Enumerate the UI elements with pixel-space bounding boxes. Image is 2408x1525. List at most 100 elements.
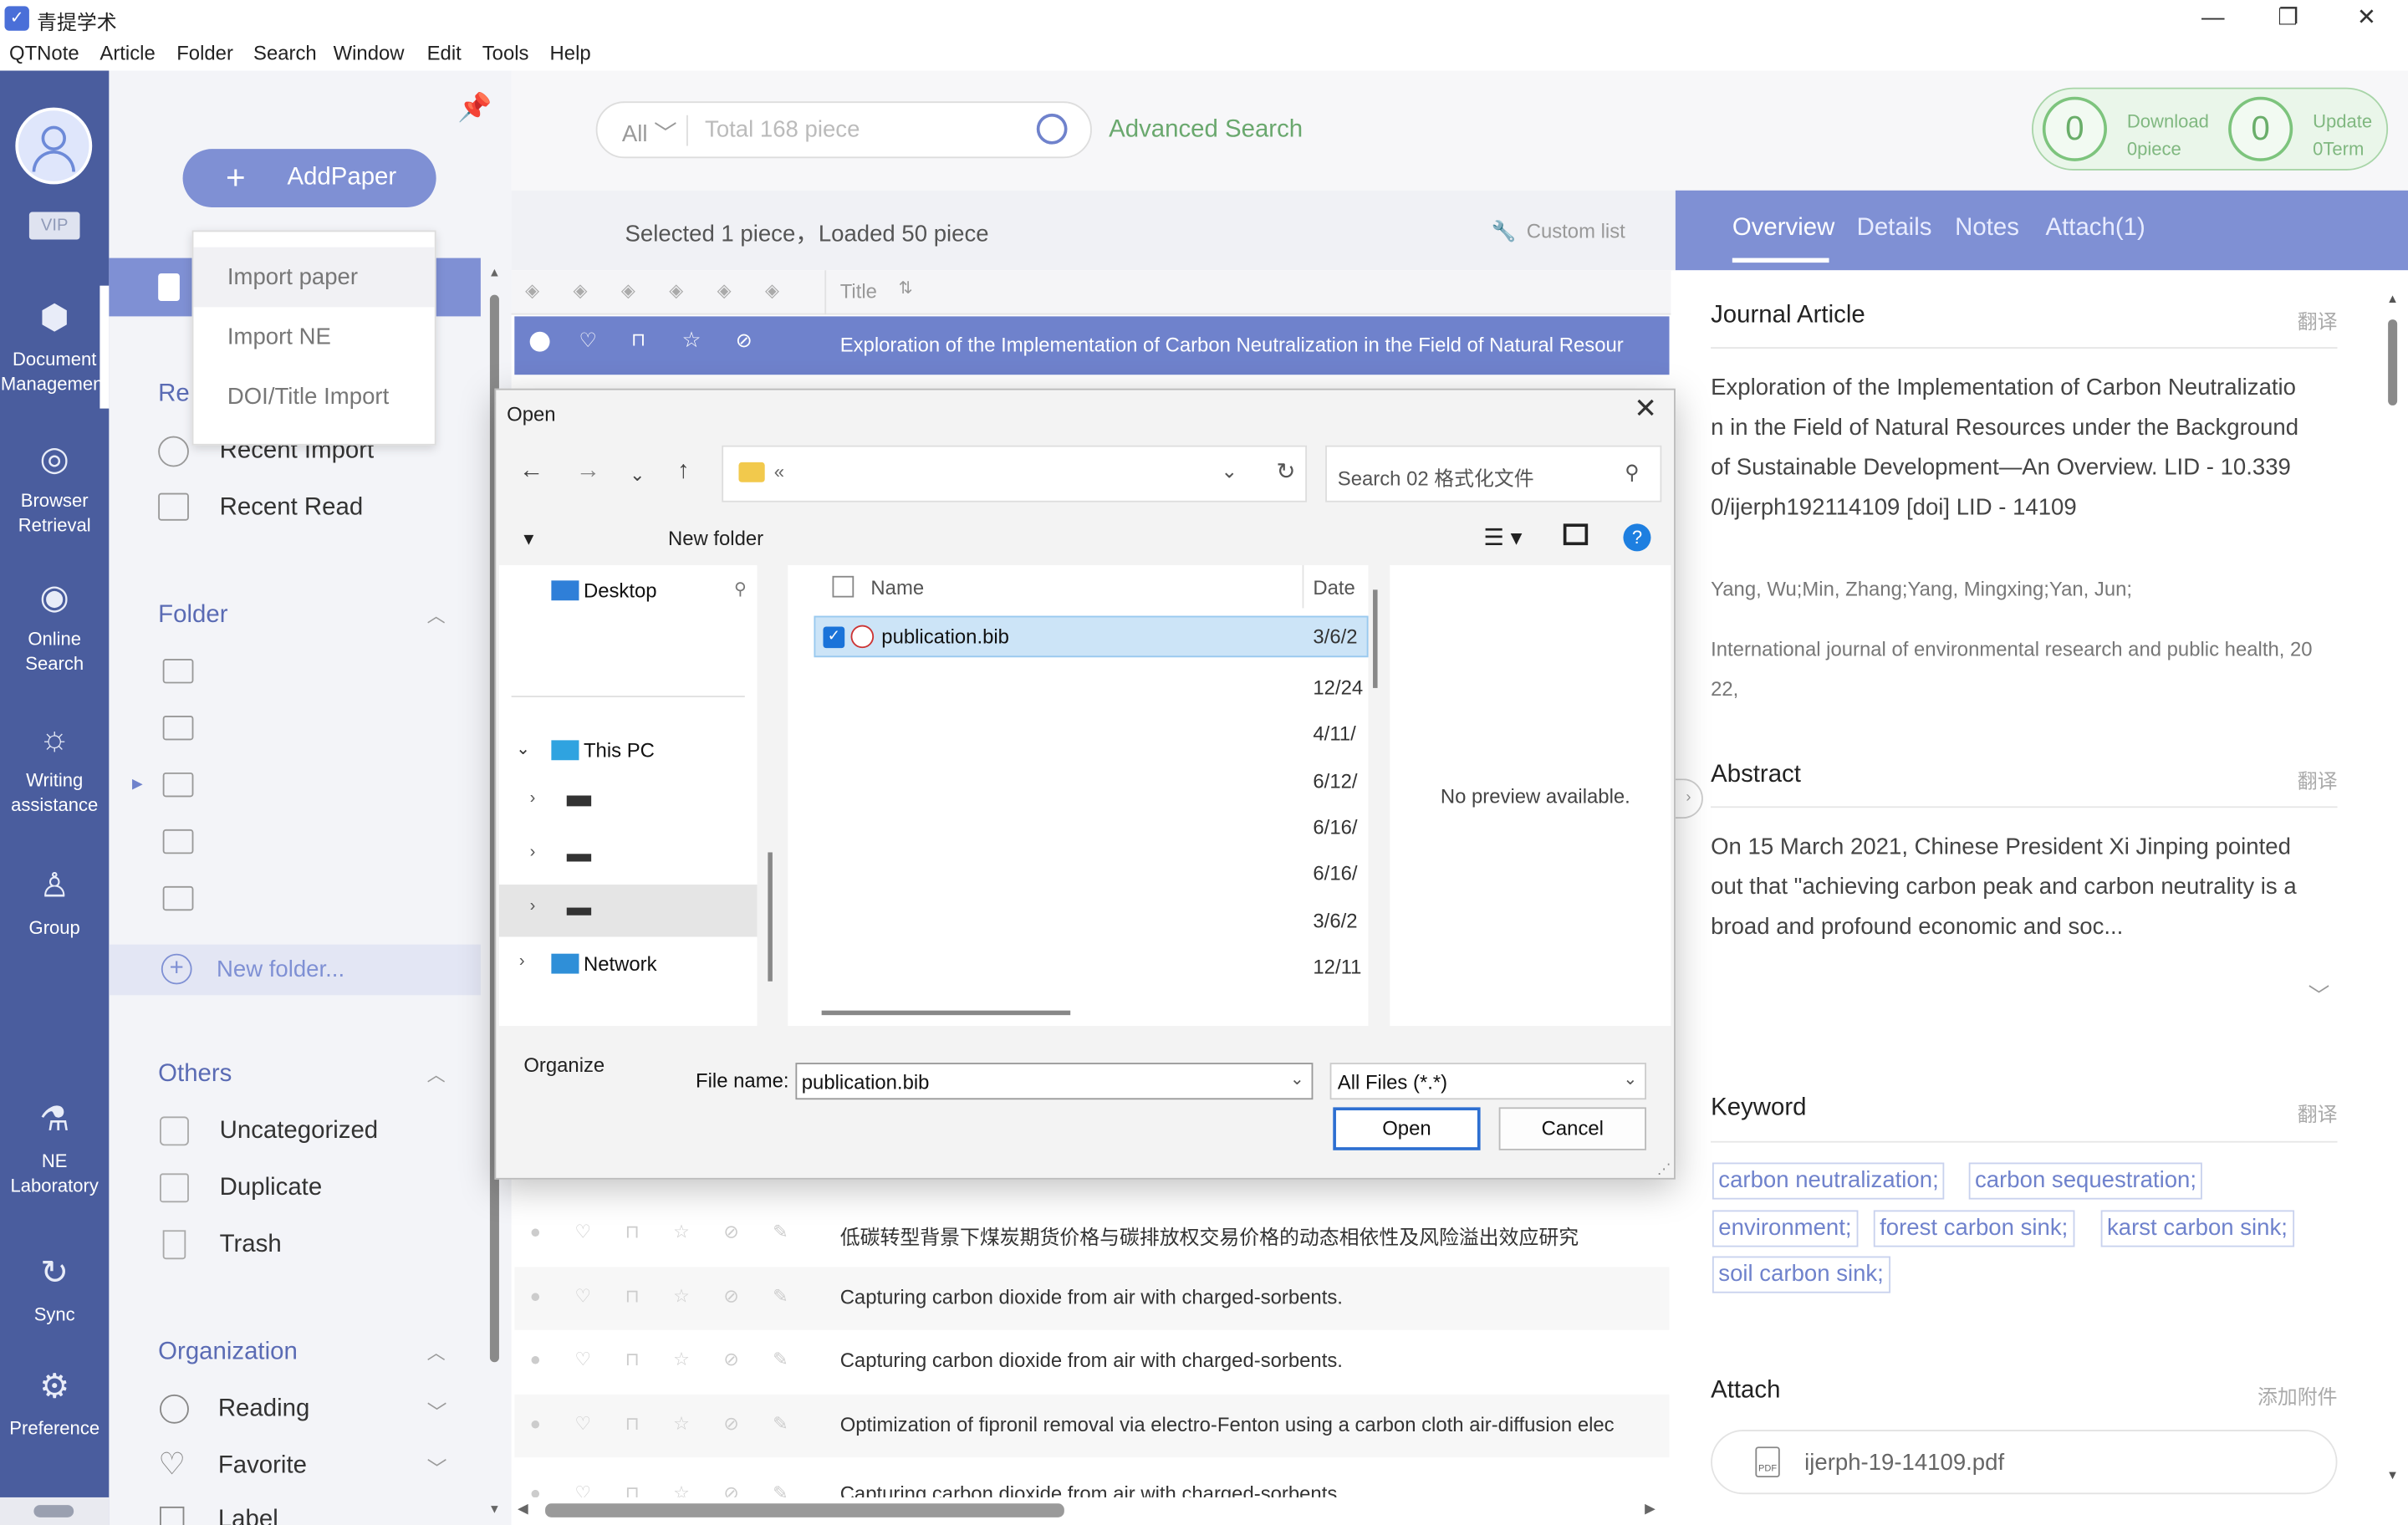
expand-arrow-icon[interactable]: › — [530, 843, 536, 861]
row-icons[interactable]: ●♡⊓☆⊘✎ — [530, 1349, 822, 1370]
cancel-button[interactable]: Cancel — [1498, 1107, 1646, 1150]
folder-icon[interactable] — [162, 829, 194, 854]
restore-icon[interactable]: ❐ — [2265, 3, 2311, 34]
checkbox-checked-icon[interactable]: ✓ — [823, 626, 845, 649]
keyword-tag[interactable]: carbon sequestration; — [1968, 1162, 2203, 1200]
chevron-down-icon[interactable]: ﹀ — [427, 1396, 447, 1426]
nav-item-selected[interactable] — [498, 885, 758, 937]
table-row-selected[interactable]: ♡ ⊓ ☆ ⊘ Exploration of the Implementatio… — [514, 316, 1670, 375]
pin-icon[interactable]: ⚲ — [734, 579, 747, 599]
folder-icon[interactable] — [162, 659, 194, 684]
pin-icon[interactable]: 📌 — [457, 92, 492, 125]
help-icon[interactable]: ? — [1623, 523, 1651, 552]
menu-window[interactable]: Window — [334, 42, 405, 65]
menu-help[interactable]: Help — [550, 42, 591, 65]
title-column-header[interactable]: Title — [840, 279, 877, 303]
resize-grip-icon[interactable]: ⋰ — [1657, 1161, 1671, 1178]
chevron-down-icon[interactable]: ⌄ — [1623, 1069, 1637, 1089]
nav-online-search[interactable]: ◉ Online Search — [0, 578, 109, 676]
nav-document-management[interactable]: ⬢ Document Management — [0, 298, 109, 396]
file-date[interactable]: 12/11 — [1313, 956, 1361, 979]
sidebar-item-label[interactable]: Label — [218, 1507, 278, 1525]
expand-arrow-icon[interactable]: ▶ — [132, 776, 143, 793]
search-icon[interactable]: ⚲ — [1625, 461, 1640, 485]
chevron-down-icon[interactable]: ﹀ — [427, 1453, 447, 1482]
search-input[interactable]: Total 168 piece — [705, 117, 860, 143]
drive-icon[interactable] — [566, 854, 592, 862]
nav-network[interactable]: Network — [584, 952, 657, 976]
nav-preference[interactable]: ⚙ Preference — [0, 1367, 109, 1441]
new-folder-button[interactable]: + New folder... — [109, 944, 481, 996]
nav-desktop[interactable]: Desktop — [584, 579, 657, 602]
up-folder-icon[interactable]: ↑ — [677, 457, 690, 485]
recent-locations-icon[interactable]: ⌄ — [630, 464, 645, 486]
add-paper-button[interactable]: + AddPaper — [182, 149, 436, 207]
table-row[interactable]: ●♡⊓☆⊘✎ 低碳转型背景下煤炭期货价格与碳排放权交易价格的动态相依性及风险溢出… — [514, 1202, 1669, 1265]
chevron-down-icon[interactable]: ⌄ — [1221, 459, 1237, 483]
nav-ne-laboratory[interactable]: ⚗ NE Laboratory — [0, 1099, 109, 1198]
file-name-input[interactable]: publication.bib ⌄ — [795, 1063, 1314, 1100]
collapse-arrow-icon[interactable]: ⌄ — [516, 739, 530, 758]
chevron-down-icon[interactable]: ⌄ — [1290, 1069, 1304, 1089]
nav-browser-retrieval[interactable]: ◎ Browser Retrieval — [0, 439, 109, 538]
table-row[interactable]: ●♡⊓☆⊘✎ Optimization of fipronil removal … — [514, 1394, 1670, 1458]
menu-article[interactable]: Article — [99, 42, 155, 65]
column-icons[interactable]: ◈◈◈◈◈◈ — [525, 279, 813, 301]
refresh-icon[interactable]: ↻ — [1276, 457, 1295, 485]
view-options-icon[interactable]: ☰ ▾ — [1483, 523, 1522, 551]
row-icons[interactable]: ●♡⊓☆⊘✎ — [530, 1482, 822, 1497]
search-scope-select[interactable]: All ﹀ — [622, 117, 677, 150]
translate-button[interactable]: 翻译 — [2298, 306, 2338, 335]
bookmark-icon[interactable]: ⊓ — [631, 329, 645, 350]
expand-arrow-icon[interactable]: › — [530, 897, 536, 916]
menu-import-ne[interactable]: Import NE — [193, 307, 434, 367]
sidebar-item-recent-read[interactable]: Recent Read — [220, 494, 364, 522]
star-icon[interactable]: ☆ — [682, 327, 701, 353]
row-icons[interactable]: ●♡⊓☆⊘✎ — [530, 1413, 822, 1435]
organize-button[interactable]: Organize ▾ — [523, 527, 605, 1077]
keyword-tag[interactable]: forest carbon sink; — [1873, 1210, 2074, 1247]
file-date[interactable]: 6/12/ — [1313, 769, 1357, 793]
preview-pane-icon[interactable] — [1563, 523, 1589, 546]
menu-qtnote[interactable]: QTNote — [9, 42, 79, 65]
sidebar-item-duplicate[interactable]: Duplicate — [220, 1175, 323, 1202]
nav-pane-scrollbar[interactable] — [768, 852, 773, 982]
date-column-header[interactable]: Date — [1313, 576, 1354, 599]
forward-icon[interactable]: → — [576, 457, 600, 485]
expand-abstract-icon[interactable]: ﹀ — [2309, 980, 2330, 1011]
file-row-selected[interactable]: ✓ publication.bib 3/6/2 — [814, 615, 1369, 658]
file-type-select[interactable]: All Files (*.*) ⌄ — [1329, 1063, 1646, 1100]
file-date[interactable]: 12/24 — [1313, 676, 1363, 699]
download-counter[interactable]: 0 — [2042, 96, 2107, 161]
list-hscrollbar[interactable]: ◀ ▶ — [511, 1497, 1671, 1525]
tab-notes[interactable]: Notes — [1955, 215, 2019, 242]
add-attachment-button[interactable]: 添加附件 — [2258, 1380, 2338, 1410]
chevron-up-icon[interactable]: ︿ — [427, 1339, 446, 1365]
attachment-icon[interactable]: ⊘ — [736, 329, 752, 353]
new-folder-button[interactable]: New folder — [668, 527, 763, 550]
address-bar[interactable]: « ⌄ ↻ — [722, 445, 1308, 502]
heart-icon[interactable]: ♡ — [579, 329, 596, 353]
file-date[interactable]: 4/11/ — [1313, 722, 1355, 745]
folder-icon[interactable] — [162, 885, 194, 911]
menu-search[interactable]: Search — [253, 42, 317, 65]
detail-scrollbar[interactable]: ▲ ▼ — [2384, 292, 2402, 1490]
sidebar-item-reading[interactable]: Reading — [218, 1396, 309, 1424]
select-all-checkbox[interactable] — [832, 575, 855, 598]
tab-attach[interactable]: Attach(1) — [2046, 215, 2145, 242]
keyword-tag[interactable]: environment; — [1712, 1210, 1858, 1247]
nav-this-pc[interactable]: This PC — [584, 739, 655, 762]
vip-badge[interactable]: VIP — [28, 212, 80, 240]
file-list-vscrollbar[interactable] — [1373, 589, 1378, 688]
menu-tools[interactable]: Tools — [482, 42, 529, 65]
update-counter[interactable]: 0 — [2228, 96, 2293, 161]
menu-import-paper[interactable]: Import paper — [193, 247, 435, 308]
translate-button[interactable]: 翻译 — [2298, 1098, 2338, 1127]
file-date[interactable]: 6/16/ — [1313, 815, 1357, 839]
back-icon[interactable]: ← — [519, 457, 543, 485]
open-button[interactable]: Open — [1333, 1107, 1481, 1150]
name-column-header[interactable]: Name — [870, 576, 924, 599]
keyword-tag[interactable]: carbon neutralization; — [1712, 1162, 1946, 1200]
dialog-search-input[interactable]: Search 02 格式化文件 ⚲ — [1325, 445, 1662, 502]
nav-hscrollbar[interactable] — [0, 1497, 110, 1525]
